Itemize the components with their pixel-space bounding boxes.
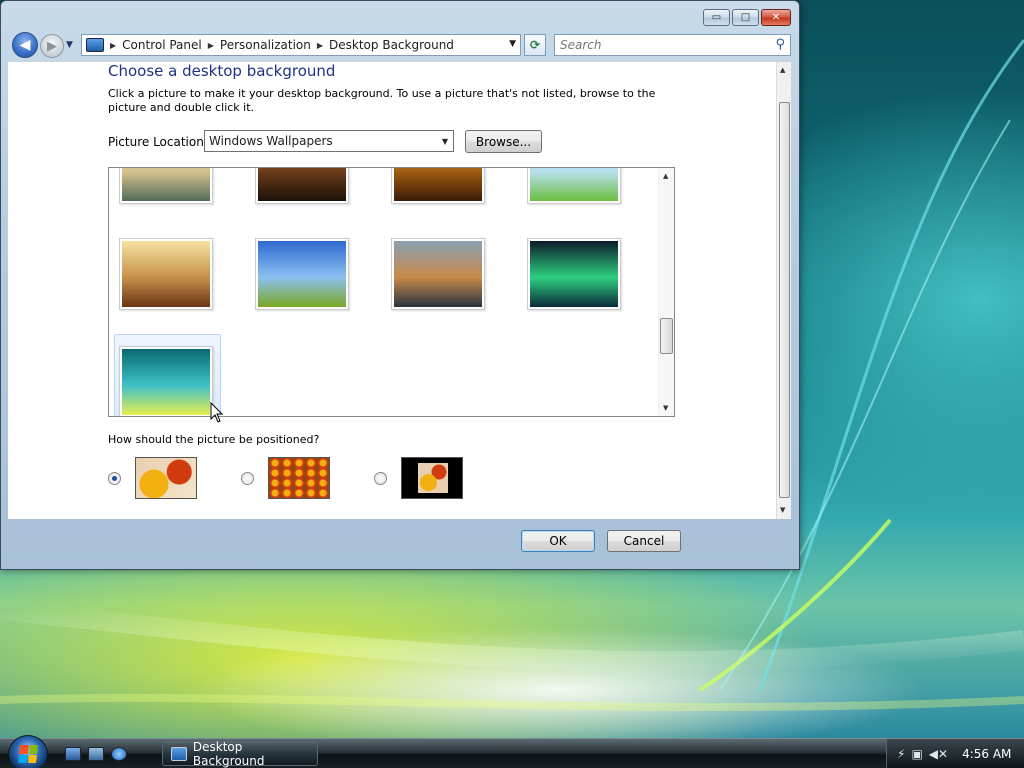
back-arrow-icon: ◀ xyxy=(19,37,31,53)
position-radio-fit[interactable] xyxy=(108,472,121,485)
system-tray: ⚡ ▣ ◀✕ 4:56 AM xyxy=(886,739,1024,768)
maximize-button[interactable]: □ xyxy=(732,9,759,26)
control-panel-icon xyxy=(86,38,104,52)
wallpaper-lake xyxy=(122,168,210,201)
position-radio-center[interactable] xyxy=(374,472,387,485)
wallpaper-grass-sunrise xyxy=(122,241,210,307)
wallpaper-thumbnail[interactable] xyxy=(255,168,349,204)
gallery-scrollbar[interactable]: ▲ ▼ xyxy=(658,168,674,416)
windows-logo-icon xyxy=(18,745,38,763)
switch-windows-icon[interactable] xyxy=(88,747,104,761)
forward-button[interactable]: ▶ xyxy=(40,34,64,58)
ok-button[interactable]: OK xyxy=(521,530,595,552)
chevron-down-icon: ▼ xyxy=(441,137,448,146)
content-scrollbar[interactable]: ▲ ▼ xyxy=(776,62,791,519)
taskbar-button-desktop-background[interactable]: Desktop Background xyxy=(162,740,318,768)
instructions-text: Click a picture to make it your desktop … xyxy=(108,87,656,114)
scroll-up-arrow-icon[interactable]: ▲ xyxy=(780,66,785,74)
close-icon: ✕ xyxy=(771,12,781,23)
caption-buttons: ▭ □ ✕ xyxy=(703,9,791,26)
wallpaper-green-hills xyxy=(258,241,346,307)
breadcrumb-chevron-icon[interactable]: ▶ xyxy=(208,41,214,50)
control-panel-icon xyxy=(171,747,187,761)
picture-location-label: Picture Location xyxy=(108,135,204,149)
wallpaper-golden-water xyxy=(394,168,482,201)
wallpaper-vista-aurora xyxy=(122,349,210,415)
network-disconnected-icon[interactable]: ▣ xyxy=(911,747,922,761)
breadcrumb-chevron-icon[interactable]: ▶ xyxy=(317,41,323,50)
volume-muted-icon[interactable]: ◀✕ xyxy=(929,747,948,761)
minimize-button[interactable]: ▭ xyxy=(703,9,730,26)
center-preview-image xyxy=(418,463,448,493)
cancel-button[interactable]: Cancel xyxy=(607,530,681,552)
search-icon[interactable]: ⚲ xyxy=(775,37,785,52)
internet-explorer-icon[interactable] xyxy=(111,747,127,761)
breadcrumb-chevron-icon[interactable]: ▶ xyxy=(110,41,116,50)
breadcrumb-control-panel[interactable]: Control Panel xyxy=(122,38,202,52)
address-bar[interactable]: ▶ Control Panel ▶ Personalization ▶ Desk… xyxy=(81,34,521,56)
wallpaper-thumbnail[interactable] xyxy=(391,168,485,204)
breadcrumb: ▶ Control Panel ▶ Personalization ▶ Desk… xyxy=(110,38,454,52)
scroll-up-arrow-icon[interactable]: ▲ xyxy=(663,172,668,180)
wallpaper-thumbnail[interactable] xyxy=(119,238,213,310)
picture-location-value: Windows Wallpapers xyxy=(209,134,333,148)
wallpaper-mountain-lake xyxy=(394,241,482,307)
position-tile-preview[interactable] xyxy=(268,457,330,499)
gallery-scroll-thumb[interactable] xyxy=(660,318,673,354)
wallpaper-gallery: ▲ ▼ xyxy=(108,167,675,417)
address-dropdown-icon[interactable]: ▼ xyxy=(509,39,516,49)
search-box: ⚲ xyxy=(554,34,791,56)
minimize-icon: ▭ xyxy=(711,12,722,23)
browse-button[interactable]: Browse... xyxy=(465,130,542,153)
position-question: How should the picture be positioned? xyxy=(108,433,320,446)
taskbar: Desktop Background ⚡ ▣ ◀✕ 4:56 AM xyxy=(0,735,1024,768)
back-button[interactable]: ◀ xyxy=(12,32,38,58)
position-radio-tile[interactable] xyxy=(241,472,254,485)
wallpaper-thumbnail[interactable] xyxy=(391,238,485,310)
show-desktop-icon[interactable] xyxy=(65,747,81,761)
taskbar-button-label: Desktop Background xyxy=(192,740,265,768)
maximize-icon: □ xyxy=(740,12,751,23)
recent-pages-dropdown-icon[interactable]: ▼ xyxy=(66,40,73,50)
refresh-icon: ⟳ xyxy=(529,38,541,52)
refresh-button[interactable]: ⟳ xyxy=(524,34,546,56)
scroll-down-arrow-icon[interactable]: ▼ xyxy=(663,404,668,412)
scroll-down-arrow-icon[interactable]: ▼ xyxy=(780,506,785,514)
search-input[interactable] xyxy=(560,38,760,52)
close-button[interactable]: ✕ xyxy=(761,9,791,26)
position-center-preview[interactable] xyxy=(401,457,463,499)
breadcrumb-personalization[interactable]: Personalization xyxy=(220,38,311,52)
breadcrumb-desktop-background[interactable]: Desktop Background xyxy=(329,38,454,52)
content-pane: Choose a desktop background Click a pict… xyxy=(8,62,791,519)
position-fit-preview[interactable] xyxy=(135,457,197,499)
wallpaper-aurora xyxy=(530,241,618,307)
wallpaper-thumbnail[interactable] xyxy=(527,238,621,310)
wallpaper-thumbnail[interactable] xyxy=(119,346,213,416)
wallpaper-thumbnail[interactable] xyxy=(255,238,349,310)
wallpaper-thumbnail[interactable] xyxy=(119,168,213,204)
clock[interactable]: 4:56 AM xyxy=(962,747,1011,761)
content-scroll-thumb[interactable] xyxy=(779,102,790,498)
network-icon[interactable]: ⚡ xyxy=(897,747,905,761)
start-button[interactable] xyxy=(8,735,48,768)
picture-location-select[interactable]: Windows Wallpapers ▼ xyxy=(204,130,454,152)
wallpaper-thumbnail[interactable] xyxy=(527,168,621,204)
forward-arrow-icon: ▶ xyxy=(47,38,57,54)
wallpaper-sunset-hills xyxy=(258,168,346,201)
page-title: Choose a desktop background xyxy=(108,62,336,80)
mouse-cursor-icon xyxy=(210,402,224,423)
wallpaper-beach-palm xyxy=(530,168,618,201)
